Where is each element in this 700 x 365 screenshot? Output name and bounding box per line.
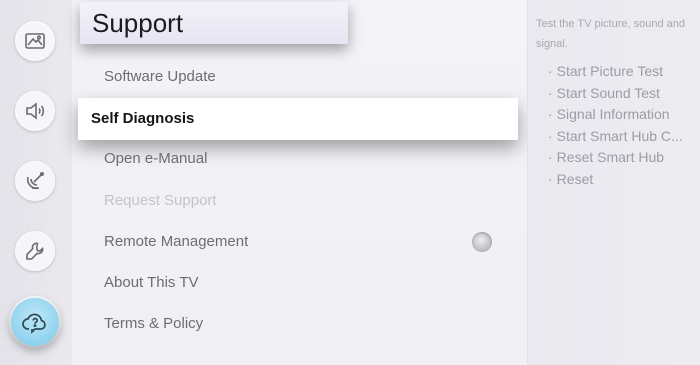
menu-item-software-update[interactable]: Software Update (104, 68, 216, 85)
bullet: · (548, 170, 553, 187)
list-item-label: Reset Smart Hub (556, 149, 665, 165)
list-item: · Reset Smart Hub (548, 147, 698, 169)
general-category-button[interactable] (15, 231, 55, 271)
bullet: · (548, 106, 553, 122)
list-item-label: Start Picture Test (556, 63, 664, 79)
list-item: · Signal Information (548, 104, 698, 126)
bullet: · (548, 63, 553, 79)
bullet: · (548, 84, 553, 101)
menu-item-self-diagnosis[interactable]: Self Diagnosis (78, 98, 518, 140)
remote-management-toggle[interactable] (472, 232, 492, 252)
list-item-label: Signal Information (556, 106, 670, 122)
description-text: Test the TV picture, sound and signal. (536, 18, 685, 50)
list-item-label: Reset (556, 170, 594, 187)
description-panel: Test the TV picture, sound and signal. ·… (527, 0, 700, 365)
list-item: · Start Picture Test (548, 61, 698, 83)
list-item-label: Start Smart Hub C... (556, 127, 683, 144)
support-menu: Support Software Update Self Diagnosis O… (72, 0, 527, 365)
broadcast-icon (26, 171, 44, 190)
bullet: · (548, 127, 553, 144)
menu-item-about-this-tv[interactable]: About This TV (104, 274, 199, 291)
sound-category-button[interactable] (15, 91, 55, 131)
menu-item-request-support: Request Support (104, 192, 217, 209)
list-item: · Start Sound Test (548, 83, 698, 105)
menu-item-terms-policy[interactable]: Terms & Policy (104, 315, 203, 332)
support-category-button[interactable] (11, 298, 59, 346)
menu-item-remote-management[interactable]: Remote Management (104, 233, 248, 250)
list-item-label: Start Sound Test (556, 84, 660, 101)
description-list: · Start Picture Test · Start Sound Test · S… (548, 61, 698, 190)
wrench-icon (26, 242, 44, 260)
bullet: · (548, 149, 553, 165)
sound-icon (26, 102, 45, 120)
picture-icon (25, 33, 45, 49)
menu-item-open-e-manual[interactable]: Open e-Manual (104, 150, 207, 167)
picture-category-button[interactable] (15, 21, 55, 61)
list-item: · Reset (548, 169, 698, 191)
list-item: · Start Smart Hub C... (548, 126, 698, 148)
support-cloud-icon (22, 313, 46, 335)
category-rail (0, 0, 72, 365)
broadcast-category-button[interactable] (15, 161, 55, 201)
page-title: Support (80, 2, 348, 44)
